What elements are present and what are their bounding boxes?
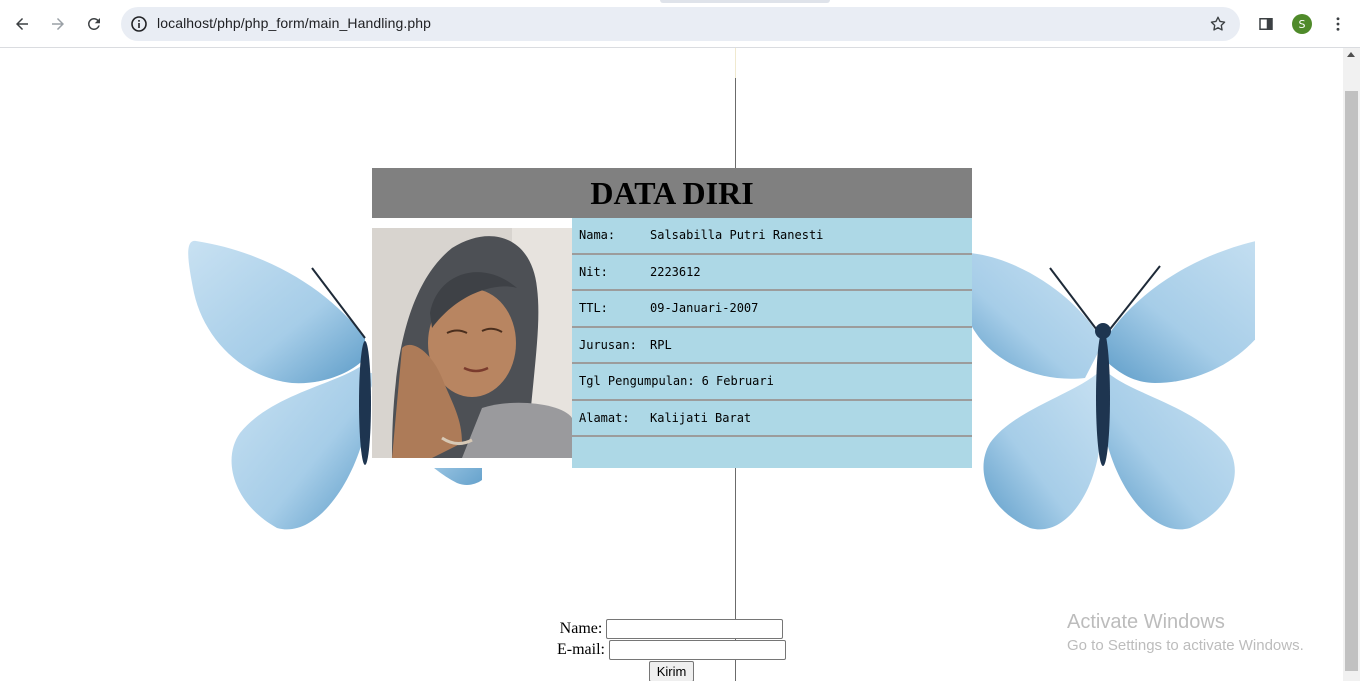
info-row-jurusan: Jurusan: RPL xyxy=(572,328,972,364)
info-label: Nama: xyxy=(579,228,616,243)
info-row-alamat: Alamat: Kalijati Barat xyxy=(572,401,972,437)
info-label: Alamat: xyxy=(579,410,630,425)
email-input[interactable] xyxy=(608,639,786,660)
email-label: E-mail: xyxy=(557,640,605,658)
profile-photo xyxy=(372,228,572,458)
active-tab-indicator xyxy=(660,0,830,3)
submit-button[interactable]: Kirim xyxy=(648,661,695,681)
side-panel-icon xyxy=(1259,18,1273,30)
card-body: Nama: Salsabilla Putri Ranesti Nit: 2223… xyxy=(372,218,972,468)
arrow-left-icon xyxy=(16,18,28,30)
page-scrollbar[interactable] xyxy=(1343,48,1360,681)
menu-button[interactable] xyxy=(1322,8,1354,40)
info-value: 09-Januari-2007 xyxy=(650,301,759,316)
info-row-nit: Nit: 2223612 xyxy=(572,255,972,291)
star-icon[interactable] xyxy=(1208,14,1228,34)
back-button[interactable] xyxy=(6,8,38,40)
info-value: Salsabilla Putri Ranesti xyxy=(650,228,824,243)
card-header: DATA DIRI xyxy=(372,168,972,218)
info-row-tgl-pengumpulan: Tgl Pengumpulan: 6 Februari xyxy=(572,364,972,401)
info-label: Jurusan: xyxy=(579,337,637,352)
info-value: 6 Februari xyxy=(701,374,774,389)
butterfly-right-image xyxy=(962,241,1255,530)
scroll-thumb[interactable] xyxy=(1345,91,1358,671)
page-title: DATA DIRI xyxy=(590,174,754,211)
reload-button[interactable] xyxy=(78,8,110,40)
name-label: Name: xyxy=(559,619,603,637)
name-input[interactable] xyxy=(606,618,784,639)
kebab-menu-icon xyxy=(1336,17,1340,31)
info-value: Kalijati Barat xyxy=(650,410,752,425)
info-row-ttl: TTL: 09-Januari-2007 xyxy=(572,291,972,328)
windows-activation-watermark: Activate Windows Go to Settings to activ… xyxy=(1067,611,1304,654)
arrow-right-icon xyxy=(52,18,64,30)
profile-avatar[interactable]: S xyxy=(1292,14,1312,34)
center-divider-top xyxy=(735,48,736,78)
watermark-title: Activate Windows xyxy=(1067,611,1225,633)
watermark-subtitle: Go to Settings to activate Windows. xyxy=(1067,637,1304,654)
scroll-up-arrow-icon[interactable] xyxy=(1347,52,1355,57)
page-viewport: DATA DIRI Nama: Salsabilla Putri Ranesti xyxy=(0,48,1343,681)
info-label: TTL: xyxy=(579,301,608,316)
info-value: 2223612 xyxy=(650,264,701,279)
info-value: RPL xyxy=(650,337,672,352)
info-label: Nit: xyxy=(579,264,608,279)
address-bar[interactable]: localhost/php/php_form/main_Handling.php xyxy=(121,7,1240,41)
info-panel: Nama: Salsabilla Putri Ranesti Nit: 2223… xyxy=(572,218,972,468)
info-icon[interactable] xyxy=(129,14,149,34)
data-diri-card: DATA DIRI Nama: Salsabilla Putri Ranesti xyxy=(372,168,972,468)
info-row-nama: Nama: Salsabilla Putri Ranesti xyxy=(572,218,972,255)
info-label: Tgl Pengumpulan: xyxy=(579,374,695,389)
forward-button[interactable] xyxy=(42,8,74,40)
reload-icon xyxy=(87,17,100,30)
browser-toolbar: localhost/php/php_form/main_Handling.php… xyxy=(0,0,1360,48)
side-panel-button[interactable] xyxy=(1250,8,1282,40)
url-text[interactable]: localhost/php/php_form/main_Handling.php xyxy=(157,15,431,31)
